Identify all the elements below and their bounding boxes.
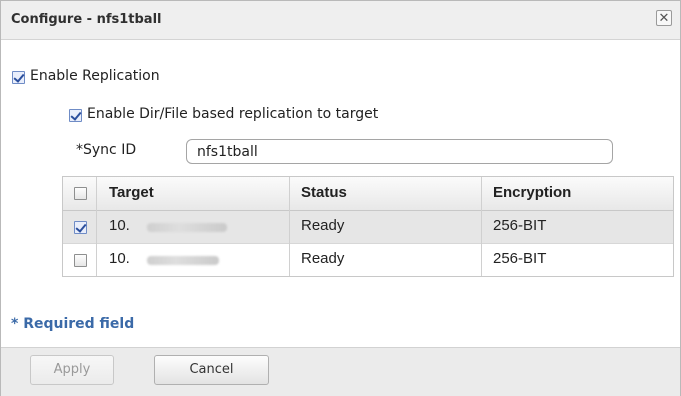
status-cell: Ready: [301, 217, 345, 234]
sync-id-input[interactable]: [186, 139, 613, 164]
target-cell: 10.: [109, 250, 130, 267]
row-checkbox[interactable]: [74, 254, 87, 267]
enable-dir-file-checkbox[interactable]: [69, 109, 82, 122]
sync-id-label: *Sync ID: [76, 142, 137, 158]
status-cell: Ready: [301, 250, 345, 267]
close-icon[interactable]: ✕: [656, 10, 672, 26]
target-table: Target Status Encryption 10. Ready 256-B…: [62, 176, 674, 277]
required-field-note: * Required field: [11, 316, 135, 332]
encryption-cell: 256-BIT: [493, 250, 547, 267]
column-header-target[interactable]: Target: [109, 184, 154, 201]
dialog-titlebar: Configure - nfs1tball ✕: [1, 1, 680, 40]
target-cell: 10.: [109, 217, 130, 234]
table-row[interactable]: 10. Ready 256-BIT: [63, 211, 673, 244]
dialog-footer: Apply Cancel: [1, 347, 680, 396]
column-divider: [481, 177, 482, 276]
enable-replication-label: Enable Replication: [30, 68, 160, 84]
column-divider: [96, 177, 97, 276]
row-checkbox[interactable]: [74, 221, 87, 234]
enable-dir-file-label: Enable Dir/File based replication to tar…: [87, 106, 379, 122]
cancel-button[interactable]: Cancel: [154, 355, 269, 385]
redacted-address: [147, 223, 227, 232]
column-divider: [289, 177, 290, 276]
column-header-encryption[interactable]: Encryption: [493, 184, 571, 201]
table-row[interactable]: 10. Ready 256-BIT: [63, 244, 673, 276]
enable-replication-checkbox[interactable]: [12, 71, 25, 84]
apply-button[interactable]: Apply: [30, 355, 114, 385]
column-header-status[interactable]: Status: [301, 184, 347, 201]
dialog-title: Configure - nfs1tball: [11, 12, 162, 27]
table-header: Target Status Encryption: [63, 177, 673, 211]
redacted-address: [147, 256, 219, 265]
configure-dialog: Configure - nfs1tball ✕ Enable Replicati…: [0, 0, 681, 396]
select-all-checkbox[interactable]: [74, 187, 87, 200]
encryption-cell: 256-BIT: [493, 217, 547, 234]
